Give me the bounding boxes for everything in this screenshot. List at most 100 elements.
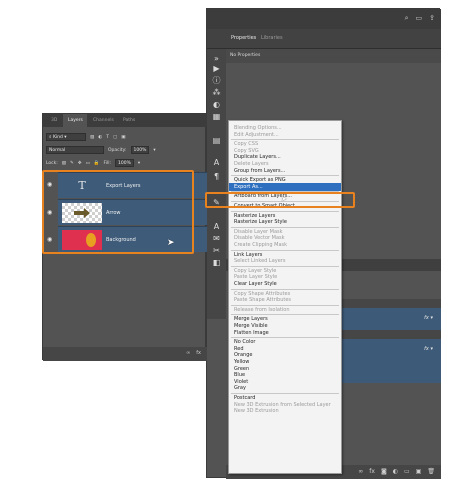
layers-highlight-box (42, 170, 194, 254)
layers-panel-bottom-icons: ∞ fx (186, 350, 201, 356)
lock-all-icon[interactable]: 🔒 (94, 161, 100, 166)
menu-item-create-clipping-mask: Create Clipping Mask (234, 242, 288, 248)
menu-separator (231, 393, 339, 394)
chevron-down-icon[interactable]: ▾ (153, 148, 155, 153)
menu-item-delete-layers: Delete Layers (234, 161, 269, 167)
menu-item-export-as[interactable]: Export As... (229, 182, 341, 191)
lock-image-icon[interactable]: ✎ (70, 161, 74, 166)
tab-3d[interactable]: 3D (51, 118, 57, 123)
menu-item-group-from-layers[interactable]: Group from Layers... (234, 168, 285, 174)
tab-libraries[interactable]: Libraries (261, 35, 283, 41)
paragraph-icon[interactable]: ¶ (211, 171, 222, 182)
filter-shape-icon[interactable]: ▢ (113, 135, 117, 140)
menu-item-merge-visible[interactable]: Merge Visible (234, 323, 268, 329)
menu-separator (231, 265, 339, 267)
layer-row-selected[interactable] (337, 361, 441, 383)
menu-item-rasterize-layers[interactable]: Rasterize Layers (234, 213, 275, 219)
lock-artboard-icon[interactable]: ▭ (86, 161, 90, 166)
menu-item-orange[interactable]: Orange (234, 352, 252, 358)
menu-item-no-color[interactable]: No Color (234, 339, 255, 345)
menu-item-blending-options: Blending Options... (234, 125, 282, 131)
layer-row-partial (337, 299, 441, 308)
link-icon[interactable]: ∞ (186, 350, 190, 356)
filter-pixel-icon[interactable]: ▨ (90, 135, 94, 140)
play-icon[interactable]: ▶ (211, 63, 222, 74)
layer-context-menu: Blending Options... Edit Adjustment... Cop… (228, 120, 342, 474)
menu-item-blue[interactable]: Blue (234, 372, 245, 378)
info-icon[interactable]: ⓘ (211, 75, 222, 86)
blend-mode-select[interactable]: Normal (46, 146, 104, 154)
menu-item-duplicate-layers[interactable]: Duplicate Layers... (234, 154, 281, 160)
chevron-down-icon[interactable]: ▾ (138, 161, 140, 166)
blend-mode-value: Normal (49, 148, 66, 153)
menu-item-violet[interactable]: Violet (234, 379, 248, 385)
glyphs-icon[interactable]: A (211, 221, 222, 232)
filter-adjustment-icon[interactable]: ◐ (98, 135, 102, 140)
properties-tab-bar: Properties Libraries (207, 29, 441, 49)
tool-presets-icon[interactable]: ✂ (211, 245, 222, 256)
menu-item-copy-svg: Copy SVG (234, 147, 259, 154)
brush-settings-icon[interactable]: ⁂ (211, 87, 222, 98)
filter-kind-select[interactable]: ⌕ Kind ▾ (46, 133, 86, 141)
new-layer-icon[interactable]: ▣ (416, 468, 422, 475)
fx-button-icon[interactable]: fx (369, 468, 375, 475)
tab-paths[interactable]: Paths (123, 118, 135, 123)
lock-position-icon[interactable]: ✥ (78, 161, 82, 166)
fx-icon: fx ▾ (424, 315, 433, 321)
filter-row: ⌕ Kind ▾ ▨ ◐ T ▢ ▣ (46, 132, 125, 142)
menu-item-red[interactable]: Red (234, 346, 244, 352)
opacity-label: Opacity: (108, 147, 127, 153)
filter-smart-icon[interactable]: ▣ (121, 135, 125, 140)
workspace-icon[interactable]: ▭ (416, 14, 423, 23)
group-icon[interactable]: ▭ (404, 468, 410, 475)
menu-separator (231, 226, 339, 228)
blend-row: Normal Opacity: 100% ▾ (46, 145, 156, 155)
layers-panel-tabs: 3D Layers Channels Paths (43, 114, 207, 127)
menu-item-clear-layer-style[interactable]: Clear Layer Style (234, 281, 277, 287)
fx-icon: fx ▾ (424, 346, 433, 352)
layer-comps-icon[interactable]: ◧ (211, 257, 222, 268)
menu-item-rasterize-layer-style[interactable]: Rasterize Layer Style (234, 219, 287, 225)
menu-item-yellow[interactable]: Yellow (234, 359, 249, 365)
tab-layers[interactable]: Layers (68, 118, 83, 123)
lock-transparent-icon[interactable]: ▧ (62, 161, 66, 166)
styles-icon[interactable]: ▦ (211, 111, 222, 122)
menu-item-select-linked-layers: Select Linked Layers (234, 258, 286, 265)
menu-item-paste-shape-attributes: Paste Shape Attributes (234, 297, 292, 304)
menu-separator (231, 249, 339, 251)
fill-field[interactable]: 100% (115, 159, 134, 167)
link-icon[interactable]: ∞ (358, 468, 363, 475)
menu-item-new-3d-extrusion-from-selected-layer: New 3D Extrusion from Selected Layer (234, 401, 331, 408)
layers-bottom-icons: ∞ fx ◙ ◐ ▭ ▣ 🗑 (358, 468, 435, 475)
menu-item-merge-layers[interactable]: Merge Layers (234, 316, 268, 322)
menu-item-paste-layer-style: Paste Layer Style (234, 274, 278, 281)
search-icon[interactable]: ⌕ (405, 14, 409, 23)
notes-icon[interactable]: ✉ (211, 233, 222, 244)
adjustments-icon[interactable]: ◐ (211, 99, 222, 110)
filter-type-icon[interactable]: T (106, 135, 109, 140)
window-controls: ⌕ ▭ ⇪ (405, 14, 435, 23)
trash-icon[interactable]: 🗑 (427, 468, 435, 475)
menu-item-copy-shape-attributes: Copy Shape Attributes (234, 290, 291, 297)
menu-item-green[interactable]: Green (234, 366, 249, 372)
menu-item-disable-layer-mask: Disable Layer Mask (234, 228, 283, 235)
menu-separator (231, 337, 339, 339)
menu-item-postcard[interactable]: Postcard (234, 395, 255, 401)
menu-item-link-layers[interactable]: Link Layers (234, 252, 262, 258)
swatches-icon[interactable]: ▤ (211, 135, 222, 146)
menu-item-flatten-image[interactable]: Flatten Image (234, 330, 269, 336)
character-icon[interactable]: A (211, 157, 222, 168)
menu-item-new-3d-extrusion: New 3D Extrusion (234, 408, 279, 415)
mask-icon[interactable]: ◙ (381, 468, 387, 475)
tab-channels[interactable]: Channels (93, 118, 114, 123)
tab-properties[interactable]: Properties (231, 35, 256, 41)
adjustment-layer-icon[interactable]: ◐ (393, 468, 398, 475)
share-icon[interactable]: ⇪ (429, 14, 435, 23)
layer-row-partial (337, 330, 441, 339)
fx-button-icon[interactable]: fx (196, 350, 201, 356)
layer-row-selected[interactable]: fx ▾ (337, 339, 441, 361)
opacity-field[interactable]: 100% (130, 146, 150, 154)
menu-item-gray[interactable]: Gray (234, 385, 246, 391)
menu-separator (231, 314, 339, 316)
layer-row-selected[interactable]: fx ▾ (337, 308, 441, 330)
